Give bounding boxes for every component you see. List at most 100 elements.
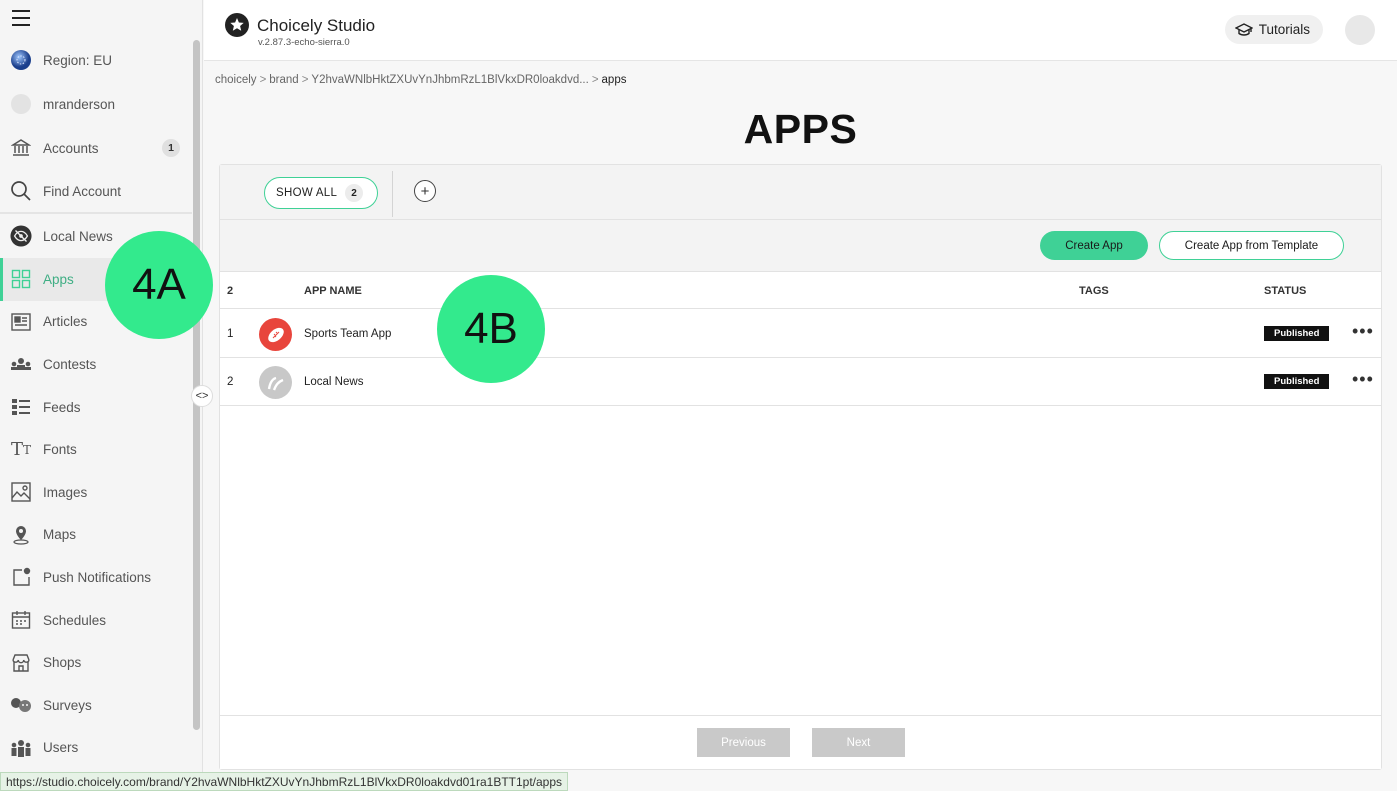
- breadcrumb-item-choicely[interactable]: choicely: [215, 74, 257, 86]
- football-icon: [259, 318, 292, 351]
- more-options-icon[interactable]: •••: [1352, 321, 1374, 342]
- status-badge: Published: [1264, 326, 1330, 341]
- show-all-count: 2: [345, 184, 364, 202]
- sidebar-item-region[interactable]: Region: EU: [0, 38, 192, 82]
- sidebar-collapse-button[interactable]: <>: [191, 385, 213, 407]
- sidebar-item-push-notifications[interactable]: Push Notifications: [0, 556, 192, 599]
- sidebar-item-label: Maps: [43, 527, 77, 543]
- feed-icon: [10, 396, 32, 418]
- breadcrumb-separator: >: [259, 74, 267, 86]
- graduation-cap-icon: [1234, 22, 1253, 37]
- bank-icon: [10, 137, 32, 159]
- show-all-filter[interactable]: SHOW ALL 2: [264, 177, 379, 209]
- sidebar-item-users[interactable]: Users: [0, 727, 192, 770]
- local-news-app-icon: [259, 366, 292, 399]
- previous-page-button[interactable]: Previous: [697, 728, 790, 757]
- sidebar-item-label: Shops: [43, 655, 82, 671]
- breadcrumb-separator: >: [591, 74, 599, 86]
- font-icon: TT: [10, 439, 32, 461]
- sidebar-item-find-account[interactable]: Find Account: [0, 170, 192, 214]
- sidebar-item-label: Push Notifications: [43, 569, 152, 585]
- add-filter-button[interactable]: +: [414, 180, 436, 202]
- table-header: 2 APP NAME TAGS STATUS: [220, 272, 1381, 309]
- create-app-button[interactable]: Create App: [1040, 231, 1148, 260]
- next-page-button[interactable]: Next: [812, 728, 905, 757]
- search-icon: [10, 180, 32, 202]
- tutorials-label: Tutorials: [1258, 22, 1310, 37]
- action-bar: Create App Create App from Template: [220, 220, 1381, 272]
- grid-icon: [10, 268, 32, 290]
- breadcrumb-item-brand-id[interactable]: Y2hvaWNlbHktZXUvYnJhbmRzL1BlVkxDR0loakdv…: [311, 74, 588, 86]
- article-icon: [10, 311, 32, 333]
- row-count: 2: [227, 285, 234, 297]
- row-number: 2: [227, 376, 234, 388]
- sidebar-item-user[interactable]: mranderson: [0, 82, 192, 126]
- choicely-logo-icon: [225, 13, 249, 37]
- breadcrumb-current: apps: [601, 74, 627, 86]
- hamburger-menu-icon[interactable]: [12, 10, 30, 26]
- sidebar-item-maps[interactable]: Maps: [0, 514, 192, 557]
- row-number: 1: [227, 328, 234, 340]
- sidebar-item-images[interactable]: Images: [0, 471, 192, 514]
- apps-panel: SHOW ALL 2 + Create App Create App from …: [219, 164, 1382, 770]
- globe-icon: [10, 49, 32, 71]
- app-version: v.2.87.3-echo-sierra.0: [258, 37, 350, 48]
- sidebar-item-feeds[interactable]: Feeds: [0, 386, 192, 429]
- column-status[interactable]: STATUS: [1264, 285, 1306, 297]
- sidebar-item-label: Feeds: [43, 399, 81, 415]
- breadcrumb: choicely > brand > Y2hvaWNlbHktZXUvYnJhb…: [215, 74, 626, 86]
- status-badge: Published: [1264, 374, 1330, 389]
- column-app-name[interactable]: APP NAME: [304, 285, 362, 297]
- eye-off-icon: [10, 225, 32, 247]
- breadcrumb-item-brand[interactable]: brand: [269, 74, 298, 86]
- sidebar-item-label: Surveys: [43, 697, 92, 713]
- sidebar-item-schedules[interactable]: Schedules: [0, 599, 192, 642]
- table-row[interactable]: 1 Sports Team App Published •••: [220, 310, 1381, 358]
- callout-4b: 4B: [437, 275, 545, 383]
- tutorials-button[interactable]: Tutorials: [1224, 15, 1323, 44]
- pagination: Previous Next: [220, 715, 1381, 769]
- callout-4a: 4A: [105, 231, 213, 339]
- sidebar-item-contests[interactable]: Contests: [0, 343, 192, 386]
- sidebar-item-label: Schedules: [43, 612, 107, 628]
- survey-icon: [10, 694, 32, 716]
- filter-bar: SHOW ALL 2 +: [220, 165, 1381, 220]
- app-name[interactable]: Local News: [304, 376, 363, 388]
- contest-icon: [10, 353, 32, 375]
- app-name[interactable]: Sports Team App: [304, 328, 391, 340]
- sidebar-item-label: Images: [43, 484, 88, 500]
- sidebar-item-fonts[interactable]: TT Fonts: [0, 428, 192, 471]
- sidebar-item-shops[interactable]: Shops: [0, 641, 192, 684]
- notification-icon: [10, 566, 32, 588]
- shop-icon: [10, 652, 32, 674]
- status-bar-url: https://studio.choicely.com/brand/Y2hvaW…: [0, 772, 569, 791]
- map-pin-icon: [10, 524, 32, 546]
- sidebar-item-label: Find Account: [43, 183, 122, 199]
- page-title: APPS: [743, 106, 858, 152]
- calendar-icon: [10, 609, 32, 631]
- more-options-icon[interactable]: •••: [1352, 369, 1374, 390]
- sidebar-list: Region: EU mranderson Accounts 1 Find Ac…: [0, 38, 192, 769]
- sidebar-item-label: Articles: [43, 314, 88, 330]
- sidebar-item-label: Local News: [43, 228, 113, 244]
- accounts-count-badge: 1: [162, 139, 180, 157]
- user-avatar[interactable]: [1345, 15, 1375, 45]
- sidebar-item-label: Users: [43, 740, 79, 756]
- sidebar-item-label: Accounts: [43, 140, 99, 156]
- image-icon: [10, 481, 32, 503]
- column-tags[interactable]: TAGS: [1079, 285, 1109, 297]
- breadcrumb-separator: >: [301, 74, 309, 86]
- filter-divider: [392, 171, 393, 217]
- sidebar-item-label: Fonts: [43, 442, 77, 458]
- show-all-label: SHOW ALL: [276, 187, 338, 199]
- sidebar-item-label: Region: EU: [43, 52, 113, 68]
- sidebar-item-surveys[interactable]: Surveys: [0, 684, 192, 727]
- app-title: Choicely Studio: [257, 16, 376, 35]
- create-app-from-template-button[interactable]: Create App from Template: [1159, 231, 1344, 260]
- avatar: [10, 93, 32, 115]
- table-row[interactable]: 2 Local News Published •••: [220, 358, 1381, 406]
- sidebar-item-accounts[interactable]: Accounts 1: [0, 126, 192, 170]
- sidebar: Region: EU mranderson Accounts 1 Find Ac…: [0, 0, 203, 791]
- sidebar-item-label: Apps: [43, 271, 74, 287]
- top-header: Choicely Studio v.2.87.3-echo-sierra.0 T…: [204, 0, 1397, 61]
